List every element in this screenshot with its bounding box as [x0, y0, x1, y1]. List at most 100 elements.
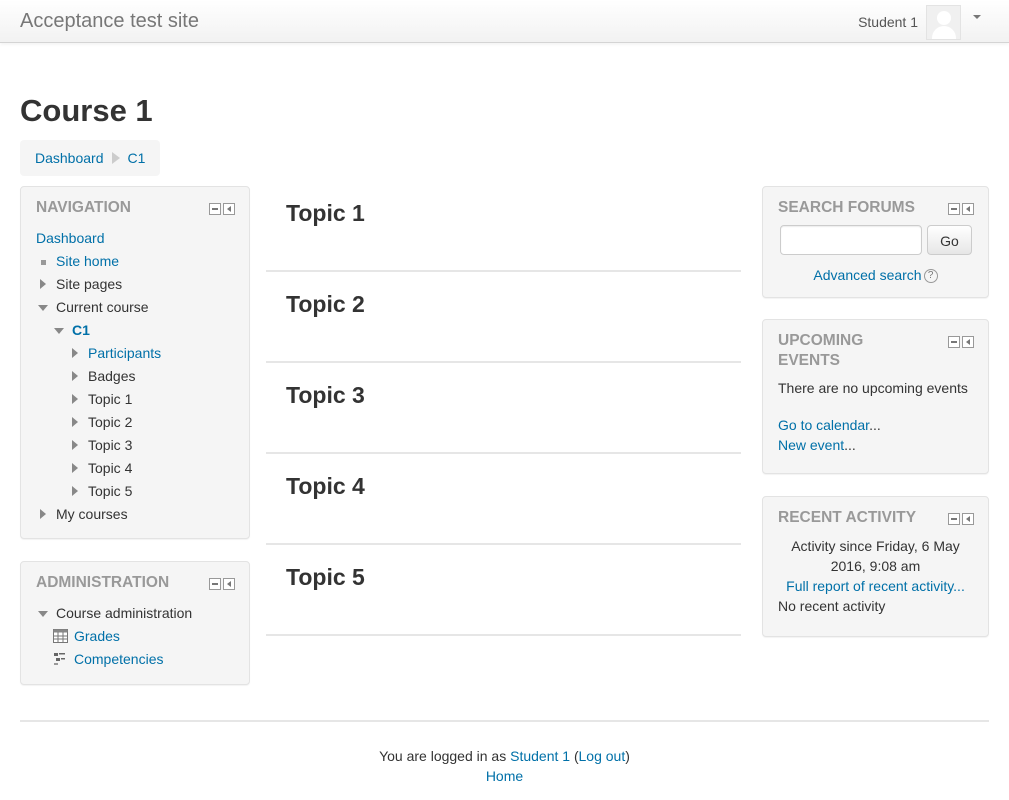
block-actions [948, 513, 974, 525]
upcoming-events-block: UPCOMING EVENTS There are no upcoming ev… [762, 319, 989, 474]
dock-icon[interactable] [962, 203, 974, 215]
nav-link-c1[interactable]: C1 [72, 322, 90, 338]
no-recent-activity: No recent activity [778, 598, 886, 614]
dock-icon[interactable] [223, 578, 235, 590]
topic-title: Topic 4 [286, 473, 365, 499]
dock-icon[interactable] [223, 203, 235, 215]
user-name[interactable]: Student 1 [858, 12, 918, 32]
advanced-search-row: Advanced search? [763, 265, 988, 285]
minimize-icon[interactable] [948, 336, 960, 348]
admin-link-competencies[interactable]: Competencies [74, 651, 164, 667]
nav-item-topic1[interactable]: Topic 1 [36, 388, 234, 411]
block-actions [948, 336, 974, 348]
search-forums-input[interactable] [780, 225, 922, 255]
upcoming-events-title-line1: UPCOMING [778, 332, 864, 349]
search-forums-block: SEARCH FORUMS Go Advanced search? [762, 186, 989, 298]
activity-since-line1: Activity since Friday, 6 May [791, 538, 960, 554]
logged-in-text: You are logged in as [379, 748, 507, 764]
administration-block: ADMINISTRATION Course administration Gra… [20, 561, 250, 685]
ellipsis: ... [869, 417, 881, 433]
navigation-block: NAVIGATION Dashboard Site home Site page… [20, 186, 250, 539]
help-icon[interactable]: ? [923, 269, 938, 284]
competencies-icon [54, 653, 65, 665]
nav-label-topic4[interactable]: Topic 4 [88, 460, 132, 476]
footer-home-link[interactable]: Home [486, 768, 523, 784]
admin-item-competencies[interactable]: Competencies [36, 648, 234, 671]
grades-table-icon [53, 629, 68, 643]
block-actions [209, 578, 235, 590]
topic-section: Topic 4 [266, 454, 741, 545]
administration-block-title: ADMINISTRATION [36, 574, 170, 591]
user-avatar-icon[interactable] [926, 4, 961, 40]
breadcrumb-c1[interactable]: C1 [128, 148, 146, 168]
admin-item-grades[interactable]: Grades [36, 625, 234, 648]
dock-icon[interactable] [962, 513, 974, 525]
nav-item-topic3[interactable]: Topic 3 [36, 434, 234, 457]
avatar-body [932, 25, 956, 39]
breadcrumb: Dashboard C1 [20, 140, 161, 176]
nav-item-site-home[interactable]: Site home [36, 250, 234, 273]
paren-close: ) [625, 748, 630, 764]
administration-tree: Course administration Grades Competencie… [36, 602, 234, 671]
nav-item-topic2[interactable]: Topic 2 [36, 411, 234, 434]
nav-item-badges[interactable]: Badges [36, 365, 234, 388]
block-actions [209, 203, 235, 215]
ellipsis: ... [844, 437, 856, 453]
advanced-search-link[interactable]: Advanced search [813, 267, 921, 283]
nav-item-my-courses[interactable]: My courses [36, 503, 234, 526]
topic-title: Topic 1 [286, 200, 365, 226]
nav-label-topic2[interactable]: Topic 2 [88, 414, 132, 430]
nav-item-topic5[interactable]: Topic 5 [36, 480, 234, 503]
admin-item-course-administration[interactable]: Course administration [36, 602, 234, 625]
nav-item-c1[interactable]: C1 [36, 319, 234, 342]
minimize-icon[interactable] [948, 513, 960, 525]
recent-activity-title: RECENT ACTIVITY [778, 509, 917, 526]
dock-icon[interactable] [962, 336, 974, 348]
user-menu[interactable]: Student 1 [858, 4, 981, 40]
nav-label-site-pages[interactable]: Site pages [56, 276, 122, 292]
nav-label-topic5[interactable]: Topic 5 [88, 483, 132, 499]
go-to-calendar-row: Go to calendar... [778, 415, 881, 435]
nav-item-participants[interactable]: Participants [36, 342, 234, 365]
topic-title: Topic 2 [286, 291, 365, 317]
nav-label-topic1[interactable]: Topic 1 [88, 391, 132, 407]
chevron-down-icon[interactable] [973, 15, 981, 19]
go-button[interactable]: Go [927, 225, 972, 255]
topic-section: Topic 2 [266, 272, 741, 363]
avatar-head [937, 10, 951, 25]
nav-label-badges[interactable]: Badges [88, 368, 135, 384]
new-event-row: New event... [778, 435, 856, 455]
nav-label-current-course[interactable]: Current course [56, 299, 149, 315]
topic-title: Topic 5 [286, 564, 365, 590]
block-actions [948, 203, 974, 215]
nav-item-topic4[interactable]: Topic 4 [36, 457, 234, 480]
nav-item-current-course[interactable]: Current course [36, 296, 234, 319]
full-report-link[interactable]: Full report of recent activity... [786, 578, 965, 594]
admin-link-grades[interactable]: Grades [74, 628, 120, 644]
nav-link-dashboard[interactable]: Dashboard [36, 230, 105, 246]
breadcrumb-dashboard[interactable]: Dashboard [35, 148, 104, 168]
minimize-icon[interactable] [209, 203, 221, 215]
nav-item-dashboard[interactable]: Dashboard [36, 227, 234, 250]
activity-since-line2: 2016, 9:08 am [830, 558, 921, 574]
topic-section: Topic 5 [266, 545, 741, 636]
navigation-tree: Dashboard Site home Site pages Current c… [36, 227, 234, 526]
minimize-icon[interactable] [948, 203, 960, 215]
footer-divider [20, 720, 989, 722]
footer-user-link[interactable]: Student 1 [510, 748, 570, 764]
activity-since: Activity since Friday, 6 May 2016, 9:08 … [763, 536, 988, 596]
nav-link-participants[interactable]: Participants [88, 345, 161, 361]
admin-label-course-administration[interactable]: Course administration [56, 605, 192, 621]
nav-label-topic3[interactable]: Topic 3 [88, 437, 132, 453]
site-name-link[interactable]: Acceptance test site [20, 9, 199, 33]
nav-item-site-pages[interactable]: Site pages [36, 273, 234, 296]
breadcrumb-separator-icon [111, 152, 120, 164]
nav-link-site-home[interactable]: Site home [56, 253, 119, 269]
go-to-calendar-link[interactable]: Go to calendar [778, 417, 869, 433]
page-title: Course 1 [20, 93, 153, 128]
no-events-message: There are no upcoming events [778, 380, 968, 396]
minimize-icon[interactable] [209, 578, 221, 590]
logout-link[interactable]: Log out [579, 748, 626, 764]
nav-label-my-courses[interactable]: My courses [56, 506, 128, 522]
new-event-link[interactable]: New event [778, 437, 844, 453]
